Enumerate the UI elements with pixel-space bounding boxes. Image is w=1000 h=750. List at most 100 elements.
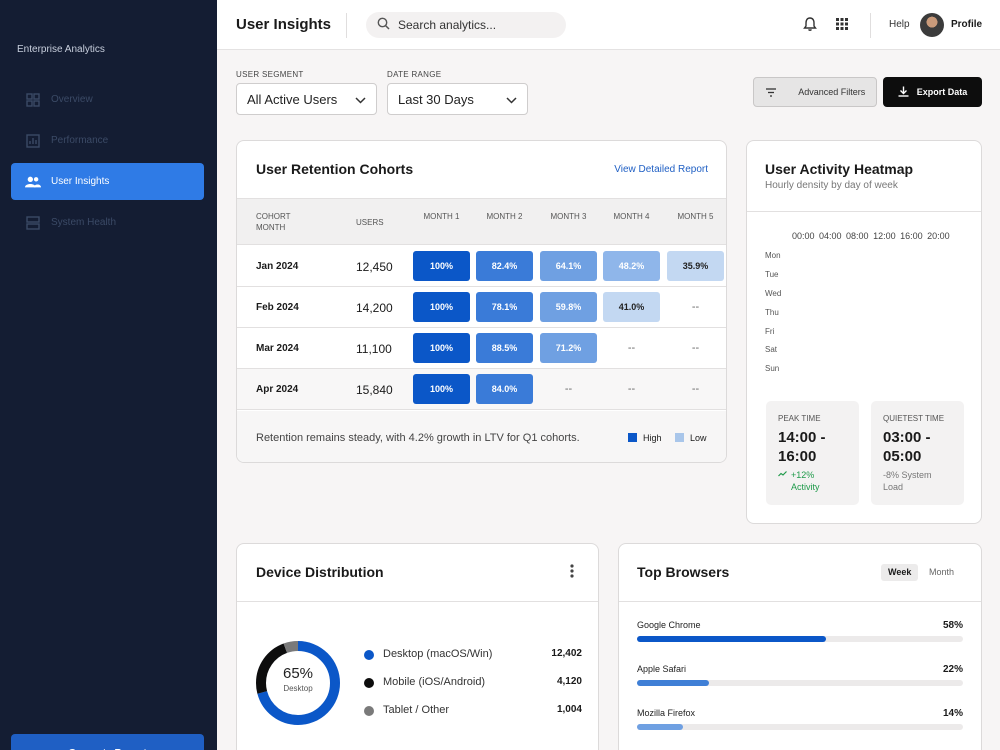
empty-cell: -- <box>691 342 700 354</box>
export-data-button[interactable]: Export Data <box>883 77 982 107</box>
view-detailed-report-link[interactable]: View Detailed Report <box>614 164 708 175</box>
chart-icon <box>25 133 41 149</box>
legend-dot <box>364 706 374 716</box>
advanced-filters-button[interactable]: Advanced Filters <box>753 77 877 107</box>
retention-cell: 82.4% <box>476 251 533 281</box>
table-footer: Retention remains steady, with 4.2% grow… <box>237 411 726 462</box>
quietest-time-box: QUIETEST TIME 03:00 - 05:00 -8% System L… <box>871 401 964 505</box>
help-link[interactable]: Help <box>889 19 910 30</box>
legend-low-label: Low <box>690 433 707 443</box>
device-count: 12,402 <box>551 648 582 659</box>
more-options-icon[interactable] <box>569 563 575 579</box>
retention-cell: 71.2% <box>540 333 597 363</box>
retention-cohorts-card: User Retention Cohorts View Detailed Rep… <box>236 140 727 463</box>
progress-fill <box>637 636 827 642</box>
retention-cell: 84.0% <box>476 374 533 404</box>
range-label: DATE RANGE <box>387 70 442 79</box>
progress-track <box>637 724 963 730</box>
browser-name: Google Chrome <box>637 620 701 630</box>
legend-dot <box>364 678 374 688</box>
segment-select[interactable]: All Active Users <box>236 83 377 115</box>
range-value: Last 30 Days <box>398 91 474 107</box>
progress-fill <box>637 680 709 686</box>
header-divider <box>870 13 871 38</box>
device-name: Desktop (macOS/Win) <box>383 648 493 660</box>
peak-time-note: +12% Activity <box>778 469 841 493</box>
column-header-users: USERS <box>356 218 384 227</box>
server-icon <box>25 215 41 231</box>
search-bar[interactable] <box>366 12 566 38</box>
legend-low-swatch <box>675 433 684 442</box>
device-row-tablet: Tablet / Other 1,004 <box>364 704 582 718</box>
activity-heatmap-card: User Activity Heatmap Hourly density by … <box>746 140 982 524</box>
cohort-users: 11,100 <box>356 342 392 356</box>
retention-cell: 100% <box>413 292 470 322</box>
cohort-month: Jan 2024 <box>256 261 299 272</box>
sidebar-item-user-insights[interactable]: User Insights <box>11 163 204 200</box>
export-label: Export Data <box>916 87 968 97</box>
chevron-down-icon <box>506 92 517 107</box>
card-subtitle: Hourly density by day of week <box>765 180 898 191</box>
main-content: User Insights Help Profile USER SEGMENT … <box>217 0 1000 750</box>
empty-cell: -- <box>691 301 700 313</box>
column-header-month-3: MONTH 3 <box>550 212 587 221</box>
peak-time-box: PEAK TIME 14:00 - 16:00 +12% Activity <box>766 401 859 505</box>
app: Enterprise Analytics Overview Performanc… <box>0 0 1000 750</box>
header-divider <box>346 13 347 38</box>
column-header-month-4: MONTH 4 <box>613 212 650 221</box>
retention-cell: 64.1% <box>540 251 597 281</box>
retention-cell: 48.2% <box>603 251 660 281</box>
card-title: Device Distribution <box>256 564 384 580</box>
segment-label: USER SEGMENT <box>236 70 304 79</box>
sidebar: Enterprise Analytics Overview Performanc… <box>0 0 217 750</box>
device-name: Tablet / Other <box>383 704 450 716</box>
cohort-users: 12,450 <box>356 260 393 274</box>
table-header: COHORT MONTH USERS MONTH 1 MONTH 2 MONTH… <box>237 199 726 245</box>
sidebar-item-system-health[interactable]: System Health <box>11 204 204 241</box>
cohort-month: Feb 2024 <box>256 302 299 313</box>
tab-month[interactable]: Month <box>922 564 961 581</box>
card-title: User Activity Heatmap <box>765 161 914 177</box>
brand-name: Enterprise Analytics <box>17 44 105 55</box>
cohort-month: Mar 2024 <box>256 343 299 354</box>
sidebar-item-label: System Health <box>51 217 117 228</box>
search-input[interactable] <box>398 18 548 32</box>
day-label: Mon <box>765 251 781 260</box>
day-label: Sun <box>765 364 780 373</box>
date-range-select[interactable]: Last 30 Days <box>387 83 528 115</box>
top-header: User Insights Help Profile <box>217 0 1000 50</box>
legend-high-swatch <box>628 433 637 442</box>
peak-note-text: +12% Activity <box>791 470 820 492</box>
avatar[interactable] <box>920 13 944 37</box>
divider <box>747 211 981 212</box>
profile-link[interactable]: Profile <box>951 19 982 30</box>
sidebar-item-performance[interactable]: Performance <box>11 122 204 159</box>
empty-cell: -- <box>627 342 636 354</box>
device-row-mobile: Mobile (iOS/Android) 4,120 <box>364 676 582 690</box>
browser-percent: 58% <box>942 620 963 631</box>
chevron-down-icon <box>355 92 366 107</box>
retention-cell: 100% <box>413 251 470 281</box>
quietest-time-label: QUIETEST TIME <box>883 414 945 423</box>
advanced-filters-label: Advanced Filters <box>798 87 866 97</box>
day-label: Tue <box>765 270 779 279</box>
sidebar-item-overview[interactable]: Overview <box>11 81 204 118</box>
retention-cell: 41.0% <box>603 292 660 322</box>
tab-week[interactable]: Week <box>881 564 919 581</box>
download-icon <box>898 86 909 99</box>
table-row: Feb 2024 14,200 100% 78.1% 59.8% 41.0% -- <box>237 287 726 328</box>
bell-icon[interactable] <box>802 16 818 32</box>
top-browsers-card: Top Browsers Week Month Google Chrome 58… <box>618 543 982 750</box>
sidebar-item-label: User Insights <box>51 176 110 187</box>
grid-icon <box>25 92 41 108</box>
retention-cell: 78.1% <box>476 292 533 322</box>
cohort-users: 15,840 <box>356 383 393 397</box>
apps-grid-icon[interactable] <box>834 16 850 32</box>
retention-cell: 100% <box>413 374 470 404</box>
table-row: Mar 2024 11,100 100% 88.5% 71.2% -- -- <box>237 328 726 369</box>
donut-center-value: 65% <box>282 665 314 682</box>
peak-time-value: 14:00 - 16:00 <box>778 429 826 465</box>
generate-report-button[interactable]: Generate Report <box>11 734 204 750</box>
day-label: Fri <box>765 327 775 336</box>
retention-cell: 100% <box>413 333 470 363</box>
